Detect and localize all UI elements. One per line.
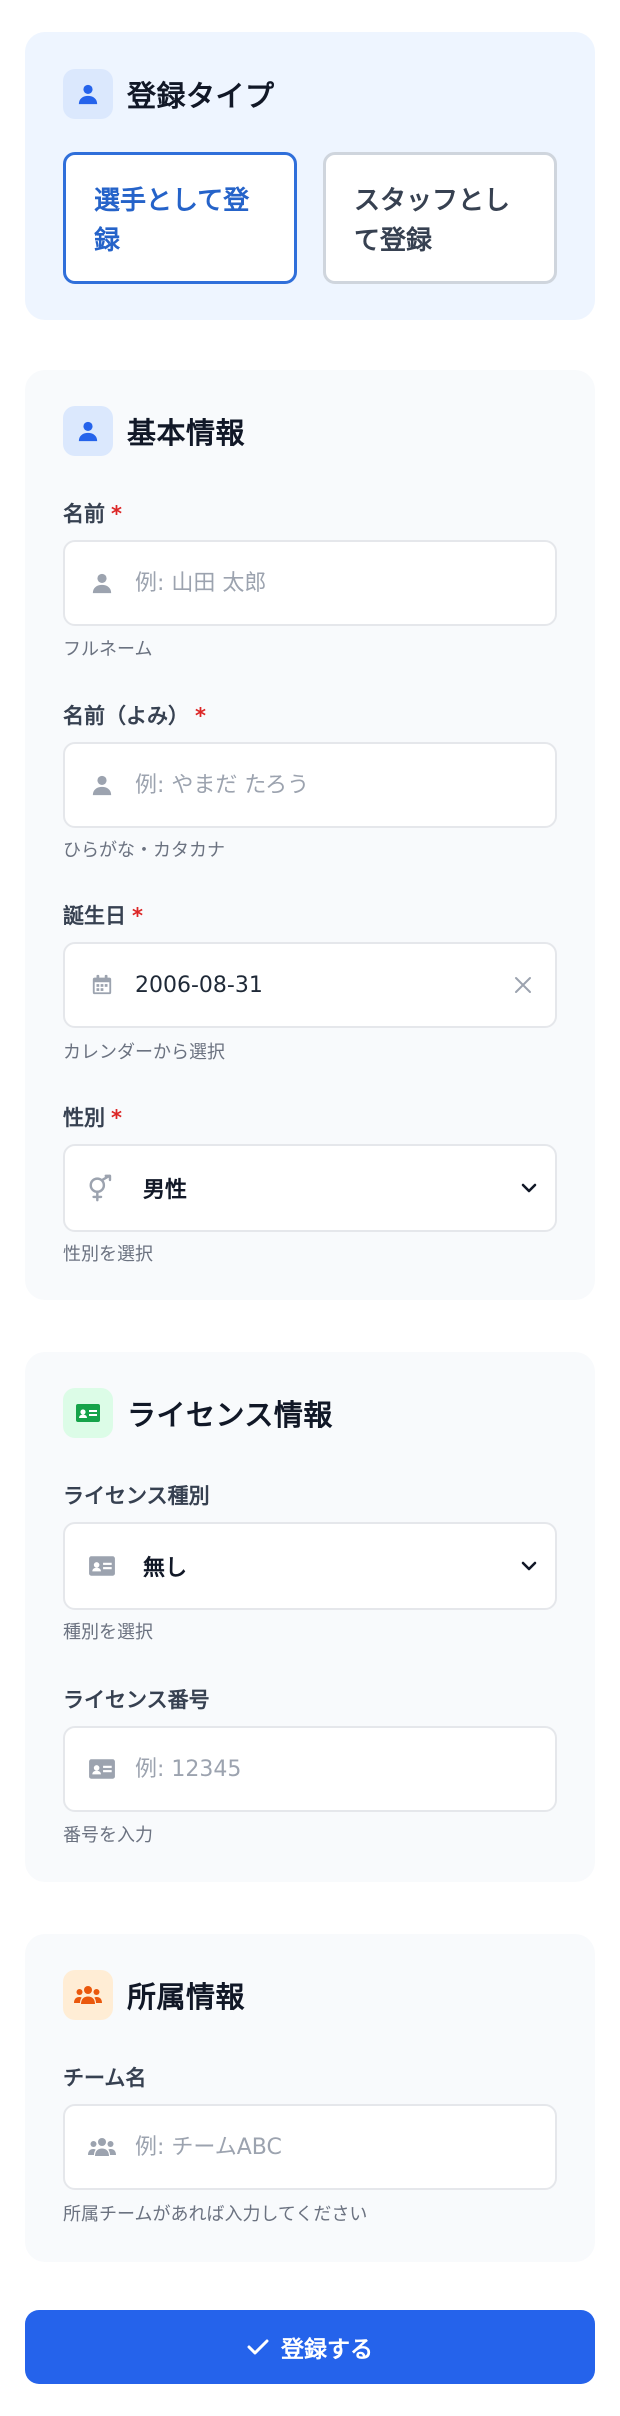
- required-mark: *: [111, 502, 122, 526]
- staff-registration-label: スタッフとして登録: [354, 186, 511, 256]
- required-mark: *: [111, 1106, 122, 1130]
- calendar-icon: [87, 970, 117, 1000]
- required-mark: *: [195, 704, 206, 728]
- chevron-down-icon: [521, 1560, 537, 1572]
- registration-type-header: 登録タイプ: [63, 69, 275, 119]
- id-card-icon: [87, 1551, 117, 1581]
- birthday-label: 誕生日 *: [63, 904, 143, 928]
- users-icon: [87, 2132, 117, 2162]
- team-name-field[interactable]: [63, 2104, 557, 2190]
- name-input[interactable]: [135, 570, 535, 596]
- basic-info-title: 基本情報: [127, 416, 246, 450]
- license-info-title: ライセンス情報: [127, 1398, 333, 1432]
- user-icon: [63, 69, 113, 119]
- id-card-icon: [63, 1388, 113, 1438]
- license-info-card: ライセンス情報 ライセンス種別 無し 種別を選択 ライセンス番号 番号を入力: [25, 1352, 595, 1882]
- affiliation-header: 所属情報: [63, 1970, 245, 2020]
- name-kana-hint: ひらがな・カタカナ: [63, 840, 225, 861]
- name-kana-field[interactable]: [63, 742, 557, 828]
- chevron-down-icon: [521, 1182, 537, 1194]
- license-number-hint: 番号を入力: [63, 1825, 153, 1846]
- registration-type-title: 登録タイプ: [127, 79, 275, 113]
- user-icon: [87, 568, 117, 598]
- license-number-label: ライセンス番号: [63, 1688, 210, 1712]
- name-hint: フルネーム: [63, 639, 153, 660]
- name-kana-input[interactable]: [135, 772, 535, 798]
- clear-icon[interactable]: [513, 975, 533, 995]
- license-type-hint: 種別を選択: [63, 1622, 153, 1643]
- check-icon: [247, 2339, 269, 2355]
- license-info-header: ライセンス情報: [63, 1388, 333, 1438]
- gender-icon: [87, 1173, 117, 1203]
- license-type-value: 無し: [143, 1556, 188, 1581]
- license-type-select[interactable]: 無し: [63, 1522, 557, 1610]
- registration-type-card: 登録タイプ 選手として登録 スタッフとして登録: [25, 32, 595, 320]
- team-name-hint: 所属チームがあれば入力してください: [63, 2204, 368, 2225]
- id-card-icon: [87, 1754, 117, 1784]
- birthday-value: 2006-08-31: [135, 972, 263, 998]
- license-number-input[interactable]: [135, 1756, 535, 1782]
- gender-select[interactable]: 男性: [63, 1144, 557, 1232]
- gender-value: 男性: [143, 1178, 188, 1203]
- name-label: 名前 *: [63, 502, 122, 526]
- player-registration-button[interactable]: 選手として登録: [63, 152, 297, 284]
- name-field[interactable]: [63, 540, 557, 626]
- birthday-field[interactable]: 2006-08-31: [63, 942, 557, 1028]
- basic-info-header: 基本情報: [63, 406, 245, 456]
- player-registration-label: 選手として登録: [94, 186, 250, 256]
- name-kana-label: 名前（よみ） *: [63, 704, 206, 728]
- affiliation-title: 所属情報: [127, 1980, 246, 2014]
- staff-registration-button[interactable]: スタッフとして登録: [323, 152, 557, 284]
- license-number-field[interactable]: [63, 1726, 557, 1812]
- birthday-hint: カレンダーから選択: [63, 1042, 225, 1063]
- gender-label: 性別 *: [63, 1106, 122, 1130]
- team-name-label: チーム名: [63, 2066, 147, 2090]
- required-mark: *: [132, 904, 143, 928]
- affiliation-card: 所属情報 チーム名 所属チームがあれば入力してください: [25, 1934, 595, 2262]
- users-icon: [63, 1970, 113, 2020]
- submit-button[interactable]: 登録する: [25, 2310, 595, 2384]
- team-name-input[interactable]: [135, 2134, 535, 2160]
- submit-label: 登録する: [281, 2337, 373, 2363]
- license-type-label: ライセンス種別: [63, 1484, 210, 1508]
- user-icon: [63, 406, 113, 456]
- basic-info-card: 基本情報 名前* フルネーム 名前（よみ）* ひらがな・カタカナ 誕生日* 20…: [25, 370, 595, 1300]
- user-icon: [87, 770, 117, 800]
- gender-hint: 性別を選択: [63, 1244, 153, 1265]
